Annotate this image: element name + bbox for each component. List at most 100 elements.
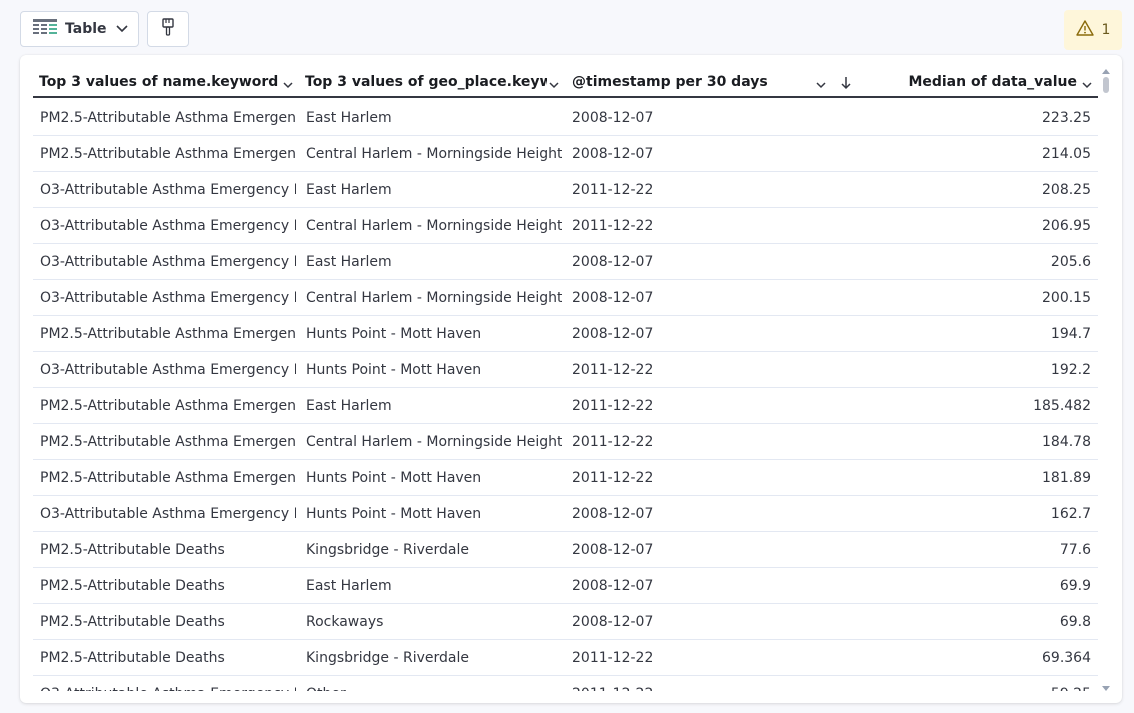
table-row[interactable]: O3-Attributable Asthma Emergency Departm…	[33, 496, 1098, 532]
cell-median[interactable]: 59.25	[833, 676, 1091, 692]
cell-timestamp[interactable]: 2008-12-07	[572, 532, 772, 567]
cell-name[interactable]: PM2.5-Attributable Asthma Emergency Depa…	[40, 460, 296, 495]
visualization-type-button[interactable]: Table	[20, 11, 139, 47]
table-row[interactable]: PM2.5-Attributable Asthma Emergency Depa…	[33, 100, 1098, 136]
chevron-down-icon[interactable]	[1081, 76, 1093, 95]
cell-geo-place[interactable]: Hunts Point - Mott Haven	[306, 496, 562, 531]
cell-median[interactable]: 200.15	[833, 280, 1091, 315]
cell-timestamp[interactable]: 2008-12-07	[572, 136, 772, 171]
vertical-scrollbar[interactable]	[1099, 67, 1113, 697]
cell-geo-place[interactable]: East Harlem	[306, 244, 562, 279]
cell-name[interactable]: O3-Attributable Asthma Emergency Departm…	[40, 352, 296, 387]
cell-median[interactable]: 205.6	[833, 244, 1091, 279]
column-header-timestamp[interactable]: @timestamp per 30 days	[572, 68, 802, 96]
cell-name[interactable]: O3-Attributable Asthma Emergency Departm…	[40, 280, 296, 315]
table-row[interactable]: O3-Attributable Asthma Emergency Departm…	[33, 280, 1098, 316]
table-row[interactable]: PM2.5-Attributable Asthma Emergency Depa…	[33, 460, 1098, 496]
cell-timestamp[interactable]: 2011-12-22	[572, 352, 772, 387]
cell-timestamp[interactable]: 2011-12-22	[572, 208, 772, 243]
cell-timestamp[interactable]: 2008-12-07	[572, 280, 772, 315]
cell-timestamp[interactable]: 2008-12-07	[572, 568, 772, 603]
cell-timestamp[interactable]: 2011-12-22	[572, 640, 772, 675]
cell-timestamp[interactable]: 2011-12-22	[572, 460, 772, 495]
column-header-name[interactable]: Top 3 values of name.keyword	[39, 68, 287, 96]
cell-median[interactable]: 69.364	[833, 640, 1091, 675]
table-row[interactable]: O3-Attributable Asthma Emergency Departm…	[33, 208, 1098, 244]
cell-timestamp[interactable]: 2011-12-22	[572, 424, 772, 459]
cell-timestamp[interactable]: 2011-12-22	[572, 172, 772, 207]
table-row[interactable]: PM2.5-Attributable Asthma Emergency Depa…	[33, 316, 1098, 352]
cell-median[interactable]: 69.8	[833, 604, 1091, 639]
cell-name[interactable]: PM2.5-Attributable Asthma Emergency Depa…	[40, 136, 296, 171]
cell-median[interactable]: 184.78	[833, 424, 1091, 459]
column-header-median[interactable]: Median of data_value	[873, 68, 1077, 96]
table-row[interactable]: O3-Attributable Asthma Emergency Departm…	[33, 352, 1098, 388]
table-row[interactable]: PM2.5-Attributable Deaths Rockaways 2008-1…	[33, 604, 1098, 640]
cell-geo-place[interactable]: Central Harlem - Morningside Heights	[306, 208, 562, 243]
cell-median[interactable]: 192.2	[833, 352, 1091, 387]
cell-geo-place[interactable]: Hunts Point - Mott Haven	[306, 316, 562, 351]
cell-median[interactable]: 194.7	[833, 316, 1091, 351]
cell-geo-place[interactable]: Other	[306, 676, 562, 692]
table-row[interactable]: O3-Attributable Asthma Emergency Departm…	[33, 172, 1098, 208]
chevron-down-icon[interactable]	[548, 76, 560, 95]
cell-name[interactable]: O3-Attributable Asthma Emergency Departm…	[40, 676, 296, 692]
cell-median[interactable]: 214.05	[833, 136, 1091, 171]
cell-geo-place[interactable]: Hunts Point - Mott Haven	[306, 460, 562, 495]
style-settings-button[interactable]	[147, 11, 189, 47]
cell-timestamp[interactable]: 2011-12-22	[572, 676, 772, 692]
cell-median[interactable]: 69.9	[833, 568, 1091, 603]
cell-geo-place[interactable]: Hunts Point - Mott Haven	[306, 352, 562, 387]
cell-geo-place[interactable]: Central Harlem - Morningside Heights	[306, 424, 562, 459]
cell-geo-place[interactable]: Kingsbridge - Riverdale	[306, 640, 562, 675]
table-row[interactable]: PM2.5-Attributable Deaths Kingsbridge - R…	[33, 640, 1098, 676]
scrollbar-thumb[interactable]	[1103, 77, 1109, 93]
cell-timestamp[interactable]: 2008-12-07	[572, 100, 772, 135]
table-row[interactable]: O3-Attributable Asthma Emergency Departm…	[33, 244, 1098, 280]
cell-name[interactable]: O3-Attributable Asthma Emergency Departm…	[40, 496, 296, 531]
cell-timestamp[interactable]: 2008-12-07	[572, 604, 772, 639]
column-header-geo-place[interactable]: Top 3 values of geo_place.keyword	[305, 68, 547, 96]
cell-name[interactable]: PM2.5-Attributable Asthma Emergency Depa…	[40, 316, 296, 351]
cell-name[interactable]: PM2.5-Attributable Deaths	[40, 532, 296, 567]
cell-timestamp[interactable]: 2011-12-22	[572, 388, 772, 423]
cell-median[interactable]: 223.25	[833, 100, 1091, 135]
table-row[interactable]: O3-Attributable Asthma Emergency Departm…	[33, 676, 1098, 692]
cell-name[interactable]: O3-Attributable Asthma Emergency Departm…	[40, 244, 296, 279]
sort-descending-icon[interactable]	[840, 75, 852, 94]
cell-geo-place[interactable]: East Harlem	[306, 100, 562, 135]
warnings-button[interactable]: 1	[1064, 10, 1122, 50]
cell-geo-place[interactable]: Central Harlem - Morningside Heights	[306, 136, 562, 171]
cell-name[interactable]: PM2.5-Attributable Asthma Emergency Depa…	[40, 388, 296, 423]
cell-name[interactable]: PM2.5-Attributable Asthma Emergency Depa…	[40, 100, 296, 135]
table-row[interactable]: PM2.5-Attributable Asthma Emergency Depa…	[33, 388, 1098, 424]
cell-geo-place[interactable]: East Harlem	[306, 172, 562, 207]
cell-median[interactable]: 185.482	[833, 388, 1091, 423]
table-row[interactable]: PM2.5-Attributable Deaths East Harlem 2008…	[33, 568, 1098, 604]
cell-geo-place[interactable]: East Harlem	[306, 568, 562, 603]
cell-name[interactable]: O3-Attributable Asthma Emergency Departm…	[40, 172, 296, 207]
cell-name[interactable]: PM2.5-Attributable Deaths	[40, 604, 296, 639]
cell-name[interactable]: O3-Attributable Asthma Emergency Departm…	[40, 208, 296, 243]
scroll-up-arrow-icon[interactable]	[1102, 69, 1110, 74]
cell-timestamp[interactable]: 2008-12-07	[572, 244, 772, 279]
table-row[interactable]: PM2.5-Attributable Asthma Emergency Depa…	[33, 424, 1098, 460]
cell-name[interactable]: PM2.5-Attributable Asthma Emergency Depa…	[40, 424, 296, 459]
cell-median[interactable]: 181.89	[833, 460, 1091, 495]
cell-timestamp[interactable]: 2008-12-07	[572, 316, 772, 351]
cell-geo-place[interactable]: East Harlem	[306, 388, 562, 423]
cell-median[interactable]: 206.95	[833, 208, 1091, 243]
cell-name[interactable]: PM2.5-Attributable Deaths	[40, 640, 296, 675]
cell-median[interactable]: 208.25	[833, 172, 1091, 207]
cell-geo-place[interactable]: Central Harlem - Morningside Heights	[306, 280, 562, 315]
chevron-down-icon[interactable]	[815, 76, 827, 95]
chevron-down-icon[interactable]	[282, 76, 294, 95]
cell-median[interactable]: 162.7	[833, 496, 1091, 531]
cell-timestamp[interactable]: 2008-12-07	[572, 496, 772, 531]
cell-geo-place[interactable]: Kingsbridge - Riverdale	[306, 532, 562, 567]
cell-geo-place[interactable]: Rockaways	[306, 604, 562, 639]
table-row[interactable]: PM2.5-Attributable Asthma Emergency Depa…	[33, 136, 1098, 172]
cell-median[interactable]: 77.6	[833, 532, 1091, 567]
scroll-down-arrow-icon[interactable]	[1102, 686, 1110, 691]
table-row[interactable]: PM2.5-Attributable Deaths Kingsbridge - R…	[33, 532, 1098, 568]
